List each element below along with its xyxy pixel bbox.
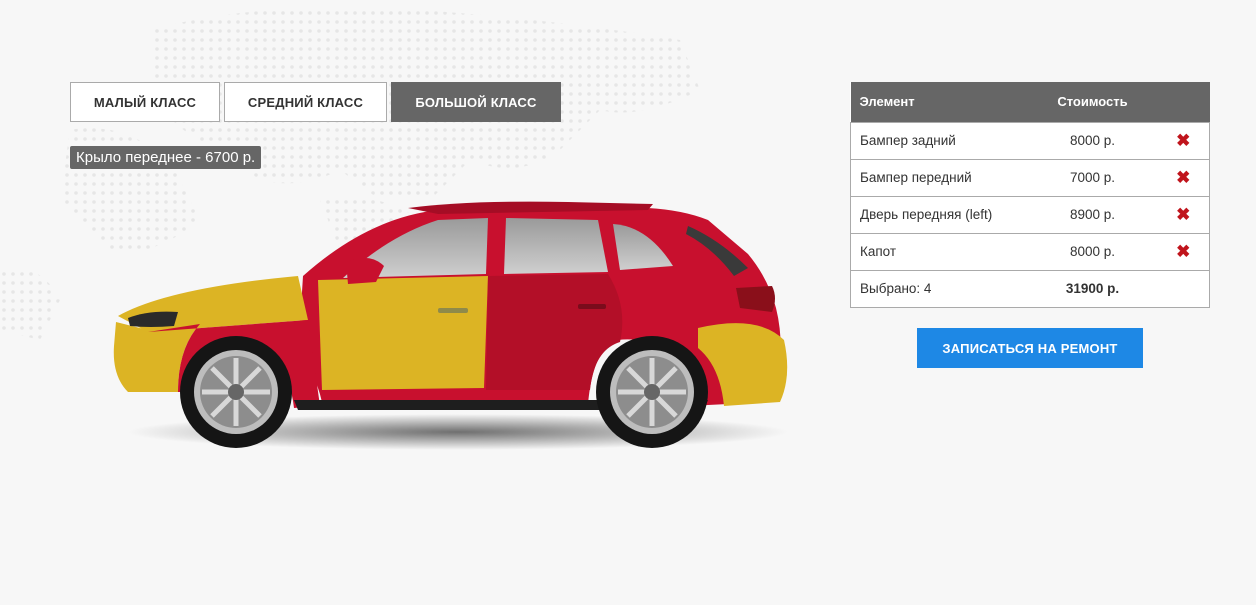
car-class-tabs: МАЛЫЙ КЛАСС СРЕДНИЙ КЛАСС БОЛЬШОЙ КЛАСС bbox=[70, 82, 561, 122]
row-cost: 8000 р. bbox=[1027, 121, 1158, 159]
car-window-rear bbox=[504, 218, 608, 274]
tab-medium-class[interactable]: СРЕДНИЙ КЛАСС bbox=[224, 82, 387, 122]
close-x-icon[interactable]: ✖ bbox=[1176, 169, 1190, 186]
table-row: Бампер передний 7000 р. ✖ bbox=[850, 158, 1210, 196]
car-taillight bbox=[736, 286, 775, 312]
total-cost: 31900 р. bbox=[1027, 269, 1158, 308]
front-wheel bbox=[180, 336, 292, 448]
repair-summary-table: Элемент Стоимость Бампер задний 8000 р. … bbox=[850, 82, 1210, 308]
row-element: Дверь передняя (left) bbox=[850, 195, 1028, 233]
row-element: Бампер задний bbox=[850, 121, 1028, 159]
row-element: Капот bbox=[850, 232, 1028, 270]
close-x-icon[interactable]: ✖ bbox=[1176, 132, 1190, 149]
tab-large-class[interactable]: БОЛЬШОЙ КЛАСС bbox=[391, 82, 561, 122]
table-row: Дверь передняя (left) 8900 р. ✖ bbox=[850, 195, 1210, 233]
summary-total-row: Выбрано: 4 31900 р. bbox=[850, 269, 1210, 308]
hover-price-tooltip: Крыло переднее - 6700 р. bbox=[70, 146, 262, 169]
car-front-door-left[interactable] bbox=[318, 276, 488, 390]
car-rear-door-handle bbox=[578, 304, 606, 309]
header-cost: Стоимость bbox=[1027, 82, 1158, 122]
car-door-handle bbox=[438, 308, 468, 313]
tab-small-class[interactable]: МАЛЫЙ КЛАСС bbox=[70, 82, 220, 122]
selected-count: Выбрано: 4 bbox=[850, 269, 1028, 308]
row-element: Бампер передний bbox=[850, 158, 1028, 196]
car-diagram bbox=[113, 201, 788, 450]
rear-wheel bbox=[596, 336, 708, 448]
close-x-icon[interactable]: ✖ bbox=[1176, 206, 1190, 223]
row-cost: 8900 р. bbox=[1027, 195, 1158, 233]
book-repair-button[interactable]: ЗАПИСАТЬСЯ НА РЕМОНТ bbox=[917, 328, 1143, 368]
header-element: Элемент bbox=[850, 82, 1028, 122]
summary-header-row: Элемент Стоимость bbox=[850, 82, 1210, 122]
row-cost: 8000 р. bbox=[1027, 232, 1158, 270]
row-cost: 7000 р. bbox=[1027, 158, 1158, 196]
table-row: Бампер задний 8000 р. ✖ bbox=[850, 121, 1210, 159]
close-x-icon[interactable]: ✖ bbox=[1176, 243, 1190, 260]
header-actions bbox=[1157, 82, 1210, 122]
table-row: Капот 8000 р. ✖ bbox=[850, 232, 1210, 270]
